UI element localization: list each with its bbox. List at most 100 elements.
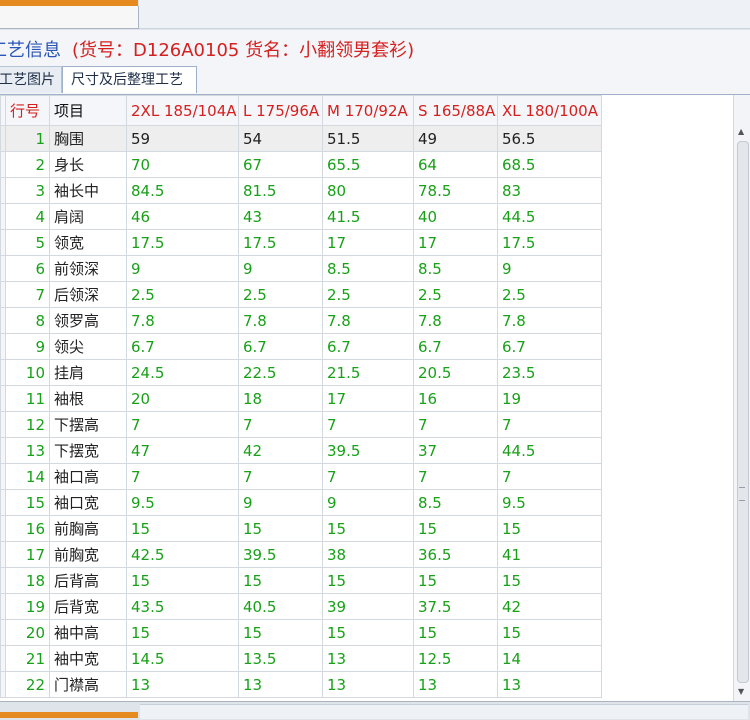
size-value-cell[interactable]: 2.5 bbox=[238, 281, 323, 308]
size-value-cell[interactable]: 9 bbox=[322, 489, 414, 516]
table-row[interactable]: 1 胸围 59 54 51.5 49 56.5 bbox=[0, 125, 602, 152]
table-row[interactable]: 18 后背高 15 15 15 15 15 bbox=[0, 567, 602, 594]
size-value-cell[interactable]: 42 bbox=[497, 593, 602, 620]
row-number-cell[interactable]: 5 bbox=[5, 229, 50, 256]
size-value-cell[interactable]: 7 bbox=[322, 463, 414, 490]
item-name-cell[interactable]: 领尖 bbox=[49, 333, 127, 360]
size-value-cell[interactable]: 17.5 bbox=[126, 229, 239, 256]
row-number-cell[interactable]: 11 bbox=[5, 385, 50, 412]
table-row[interactable]: 7 后领深 2.5 2.5 2.5 2.5 2.5 bbox=[0, 281, 602, 308]
table-row[interactable]: 5 领宽 17.5 17.5 17 17 17.5 bbox=[0, 229, 602, 256]
size-value-cell[interactable]: 38 bbox=[322, 541, 414, 568]
row-number-cell[interactable]: 12 bbox=[5, 411, 50, 438]
size-value-cell[interactable]: 54 bbox=[238, 125, 323, 152]
table-row[interactable]: 19 后背宽 43.5 40.5 39 37.5 42 bbox=[0, 593, 602, 620]
size-value-cell[interactable]: 23.5 bbox=[497, 359, 602, 386]
row-number-cell[interactable]: 6 bbox=[5, 255, 50, 282]
row-number-cell[interactable]: 1 bbox=[5, 125, 50, 152]
size-value-cell[interactable]: 13 bbox=[238, 671, 323, 698]
table-row[interactable]: 14 袖口高 7 7 7 7 7 bbox=[0, 463, 602, 490]
data-grid[interactable]: 行号 项目 2XL 185/104A L 175/96A M 170/92A S… bbox=[0, 95, 733, 701]
size-value-cell[interactable]: 6.7 bbox=[413, 333, 498, 360]
size-value-cell[interactable]: 7 bbox=[126, 411, 239, 438]
size-value-cell[interactable]: 15 bbox=[322, 515, 414, 542]
size-value-cell[interactable]: 44.5 bbox=[497, 437, 602, 464]
size-value-cell[interactable]: 68.5 bbox=[497, 151, 602, 178]
row-number-cell[interactable]: 21 bbox=[5, 645, 50, 672]
size-value-cell[interactable]: 13 bbox=[322, 645, 414, 672]
triangle-up-icon[interactable]: ▲ bbox=[738, 127, 744, 136]
size-value-cell[interactable]: 17 bbox=[322, 385, 414, 412]
size-value-cell[interactable]: 8.5 bbox=[413, 255, 498, 282]
size-value-cell[interactable]: 12.5 bbox=[413, 645, 498, 672]
size-value-cell[interactable]: 39.5 bbox=[322, 437, 414, 464]
size-value-cell[interactable]: 7 bbox=[322, 411, 414, 438]
size-value-cell[interactable]: 40 bbox=[413, 203, 498, 230]
size-value-cell[interactable]: 15 bbox=[238, 567, 323, 594]
table-row[interactable]: 22 门襟高 13 13 13 13 13 bbox=[0, 671, 602, 698]
size-value-cell[interactable]: 41 bbox=[497, 541, 602, 568]
size-value-cell[interactable]: 39 bbox=[322, 593, 414, 620]
size-value-cell[interactable]: 15 bbox=[238, 515, 323, 542]
size-value-cell[interactable]: 9 bbox=[238, 255, 323, 282]
size-value-cell[interactable]: 20 bbox=[126, 385, 239, 412]
size-value-cell[interactable]: 15 bbox=[497, 567, 602, 594]
table-row[interactable]: 11 袖根 20 18 17 16 19 bbox=[0, 385, 602, 412]
size-value-cell[interactable]: 15 bbox=[413, 515, 498, 542]
size-value-cell[interactable]: 81.5 bbox=[238, 177, 323, 204]
row-number-cell[interactable]: 22 bbox=[5, 671, 50, 698]
size-value-cell[interactable]: 9 bbox=[126, 255, 239, 282]
size-value-cell[interactable]: 37 bbox=[413, 437, 498, 464]
item-name-cell[interactable]: 后背宽 bbox=[49, 593, 127, 620]
size-value-cell[interactable]: 7 bbox=[497, 463, 602, 490]
item-name-cell[interactable]: 后领深 bbox=[49, 281, 127, 308]
item-name-cell[interactable]: 身长 bbox=[49, 151, 127, 178]
column-header-l[interactable]: L 175/96A bbox=[238, 95, 323, 126]
item-name-cell[interactable]: 袖口宽 bbox=[49, 489, 127, 516]
size-value-cell[interactable]: 19 bbox=[497, 385, 602, 412]
column-header-m[interactable]: M 170/92A bbox=[322, 95, 414, 126]
size-value-cell[interactable]: 40.5 bbox=[238, 593, 323, 620]
size-value-cell[interactable]: 2.5 bbox=[413, 281, 498, 308]
row-number-cell[interactable]: 17 bbox=[5, 541, 50, 568]
item-name-cell[interactable]: 前胸高 bbox=[49, 515, 127, 542]
table-row[interactable]: 21 袖中宽 14.5 13.5 13 12.5 14 bbox=[0, 645, 602, 672]
size-value-cell[interactable]: 44.5 bbox=[497, 203, 602, 230]
item-name-cell[interactable]: 袖中高 bbox=[49, 619, 127, 646]
size-value-cell[interactable]: 14.5 bbox=[126, 645, 239, 672]
tab-process-images[interactable]: 工艺图片 bbox=[0, 66, 62, 93]
size-value-cell[interactable]: 13 bbox=[413, 671, 498, 698]
row-number-cell[interactable]: 13 bbox=[5, 437, 50, 464]
size-value-cell[interactable]: 22.5 bbox=[238, 359, 323, 386]
size-value-cell[interactable]: 15 bbox=[322, 619, 414, 646]
table-row[interactable]: 2 身长 70 67 65.5 64 68.5 bbox=[0, 151, 602, 178]
size-value-cell[interactable]: 14 bbox=[497, 645, 602, 672]
size-value-cell[interactable]: 13.5 bbox=[238, 645, 323, 672]
size-value-cell[interactable]: 15 bbox=[126, 619, 239, 646]
size-value-cell[interactable]: 6.7 bbox=[238, 333, 323, 360]
size-value-cell[interactable]: 46 bbox=[126, 203, 239, 230]
size-value-cell[interactable]: 6.7 bbox=[497, 333, 602, 360]
size-value-cell[interactable]: 15 bbox=[322, 567, 414, 594]
item-name-cell[interactable]: 领罗高 bbox=[49, 307, 127, 334]
size-value-cell[interactable]: 9.5 bbox=[497, 489, 602, 516]
size-value-cell[interactable]: 51.5 bbox=[322, 125, 414, 152]
column-header-xl[interactable]: XL 180/100A bbox=[497, 95, 602, 126]
item-name-cell[interactable]: 胸围 bbox=[49, 125, 127, 152]
size-value-cell[interactable]: 20.5 bbox=[413, 359, 498, 386]
size-value-cell[interactable]: 17.5 bbox=[497, 229, 602, 256]
size-value-cell[interactable]: 15 bbox=[413, 567, 498, 594]
size-value-cell[interactable]: 15 bbox=[126, 515, 239, 542]
table-row[interactable]: 3 袖长中 84.5 81.5 80 78.5 83 bbox=[0, 177, 602, 204]
size-value-cell[interactable]: 16 bbox=[413, 385, 498, 412]
size-value-cell[interactable]: 9 bbox=[497, 255, 602, 282]
size-value-cell[interactable]: 78.5 bbox=[413, 177, 498, 204]
size-value-cell[interactable]: 41.5 bbox=[322, 203, 414, 230]
size-value-cell[interactable]: 36.5 bbox=[413, 541, 498, 568]
size-value-cell[interactable]: 7 bbox=[126, 463, 239, 490]
size-value-cell[interactable]: 7 bbox=[413, 411, 498, 438]
item-name-cell[interactable]: 肩阔 bbox=[49, 203, 127, 230]
scrollbar-thumb[interactable] bbox=[737, 141, 749, 683]
row-number-cell[interactable]: 7 bbox=[5, 281, 50, 308]
size-value-cell[interactable]: 70 bbox=[126, 151, 239, 178]
